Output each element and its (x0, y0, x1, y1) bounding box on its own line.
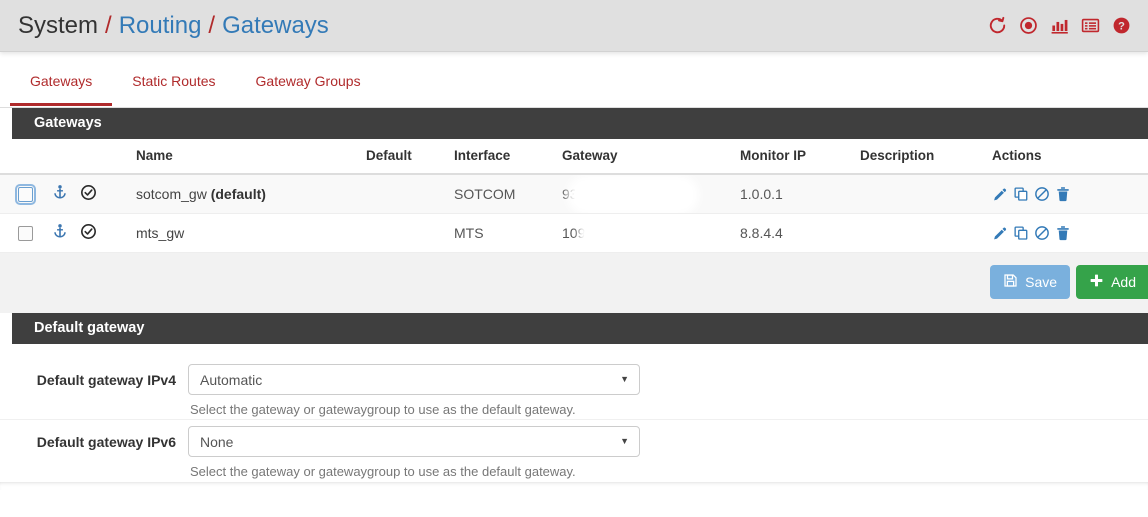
chevron-down-icon: ▼ (620, 436, 629, 446)
row-default-cell (360, 174, 448, 214)
form-row-ipv4: Default gateway IPv4 Automatic ▼ Select … (0, 358, 1148, 420)
col-header-default: Default (360, 139, 448, 175)
table-row[interactable]: sotcom_gw (default) SOTCOM 93. 1.0.0.1 (0, 174, 1148, 214)
col-header-interface: Interface (448, 139, 556, 175)
delete-icon[interactable] (1055, 186, 1071, 202)
table-header-row: Name Default Interface Gateway Monitor I… (0, 139, 1148, 175)
col-status (74, 139, 130, 175)
gateways-panel-title: Gateways (12, 108, 1148, 139)
page-bottom-edge (0, 482, 1148, 490)
row-description-cell (854, 213, 986, 253)
add-button-label: Add (1111, 274, 1136, 290)
help-icon[interactable]: ? (1110, 15, 1132, 37)
select-ipv6-value: None (200, 433, 234, 450)
delete-icon[interactable] (1055, 225, 1071, 241)
gateway-name: mts_gw (136, 225, 185, 241)
help-text-ipv4: Select the gateway or gatewaygroup to us… (190, 402, 576, 417)
add-button[interactable]: Add (1076, 265, 1148, 299)
gateways-table: Name Default Interface Gateway Monitor I… (0, 139, 1148, 253)
row-name-cell: sotcom_gw (default) (130, 174, 360, 214)
table-row[interactable]: mts_gw MTS 109 8.8.4.4 (0, 213, 1148, 253)
gateway-name: sotcom_gw (136, 186, 207, 202)
gateway-ip-redacted: 109 (562, 223, 676, 245)
svg-text:?: ? (1118, 21, 1125, 33)
breadcrumb-link-routing[interactable]: Routing (119, 12, 202, 40)
save-button-label: Save (1025, 274, 1058, 290)
row-checkbox[interactable] (15, 184, 36, 206)
row-select-cell[interactable] (0, 213, 46, 253)
edit-icon[interactable] (992, 225, 1008, 241)
default-gateway-form: Default gateway IPv4 Automatic ▼ Select … (0, 344, 1148, 482)
row-description-cell (854, 174, 986, 214)
col-header-name: Name (130, 139, 360, 175)
header-icon-group: ? (986, 15, 1132, 37)
row-interface-cell: SOTCOM (448, 174, 556, 214)
row-monitor-ip-cell: 8.8.4.4 (734, 213, 854, 253)
label-default-gateway-ipv4: Default gateway IPv4 (36, 372, 176, 388)
stop-icon[interactable] (1017, 15, 1039, 37)
row-gateway-cell: 93. (556, 174, 734, 214)
row-name-cell: mts_gw (130, 213, 360, 253)
col-sort (46, 139, 74, 175)
tab-gateway-groups[interactable]: Gateway Groups (236, 52, 381, 106)
col-header-description: Description (854, 139, 986, 175)
tab-static-routes[interactable]: Static Routes (112, 52, 235, 106)
row-sort-cell[interactable] (46, 213, 74, 253)
default-gateway-panel: Default gateway Default gateway IPv4 Aut… (0, 313, 1148, 482)
breadcrumb: System / Routing / Gateways (18, 12, 329, 40)
default-gateway-panel-title: Default gateway (12, 313, 1148, 344)
col-header-monitor-ip: Monitor IP (734, 139, 854, 175)
anchor-icon[interactable] (52, 223, 68, 243)
row-default-cell (360, 213, 448, 253)
col-header-gateway: Gateway (556, 139, 734, 175)
tab-gateways[interactable]: Gateways (10, 52, 113, 106)
chart-icon[interactable] (1048, 15, 1070, 37)
plus-icon (1089, 273, 1104, 291)
row-select-cell[interactable] (0, 174, 46, 214)
breadcrumb-separator-2: / (208, 11, 216, 39)
gateways-button-bar: Save Add (0, 253, 1148, 313)
redaction-overlay (574, 182, 692, 208)
col-select (0, 139, 46, 175)
page-header: System / Routing / Gateways ? (0, 0, 1148, 52)
breadcrumb-link-gateways[interactable]: Gateways (222, 12, 329, 40)
tab-bar: Gateways Static Routes Gateway Groups (0, 52, 1148, 108)
gateway-ip-redacted: 93. (562, 182, 692, 208)
help-text-ipv6: Select the gateway or gatewaygroup to us… (190, 464, 576, 479)
chevron-down-icon: ▼ (620, 374, 629, 384)
anchor-icon[interactable] (52, 184, 68, 204)
gateway-default-tag: (default) (210, 186, 266, 202)
row-checkbox[interactable] (18, 226, 33, 242)
save-button[interactable]: Save (990, 265, 1071, 299)
row-sort-cell[interactable] (46, 174, 74, 214)
row-actions-cell (986, 213, 1148, 253)
save-icon (1003, 273, 1018, 291)
row-interface-cell: MTS (448, 213, 556, 253)
breadcrumb-root: System (18, 11, 99, 39)
redaction-overlay (584, 223, 676, 245)
disable-icon[interactable] (1034, 186, 1050, 202)
row-status-cell (74, 213, 130, 253)
log-icon[interactable] (1079, 15, 1101, 37)
refresh-icon[interactable] (986, 15, 1008, 37)
row-gateway-cell: 109 (556, 213, 734, 253)
row-monitor-ip-cell: 1.0.0.1 (734, 174, 854, 214)
form-row-ipv6: Default gateway IPv6 None ▼ Select the g… (0, 420, 1148, 482)
row-actions-cell (986, 174, 1148, 214)
row-status-cell (74, 174, 130, 214)
breadcrumb-separator-1: / (105, 11, 112, 39)
select-default-gateway-ipv4[interactable]: Automatic ▼ (188, 364, 640, 395)
copy-icon[interactable] (1013, 186, 1029, 202)
col-header-actions: Actions (986, 139, 1148, 175)
select-ipv4-value: Automatic (200, 371, 263, 388)
edit-icon[interactable] (992, 186, 1008, 202)
gateway-ip-visible: 109 (562, 225, 586, 241)
gateways-panel: Gateways Name Default Interface Gateway … (0, 108, 1148, 253)
disable-icon[interactable] (1034, 225, 1050, 241)
select-default-gateway-ipv6[interactable]: None ▼ (188, 426, 640, 457)
label-default-gateway-ipv6: Default gateway IPv6 (36, 434, 176, 450)
copy-icon[interactable] (1013, 225, 1029, 241)
status-online-icon (80, 223, 97, 243)
status-online-icon (80, 184, 97, 204)
